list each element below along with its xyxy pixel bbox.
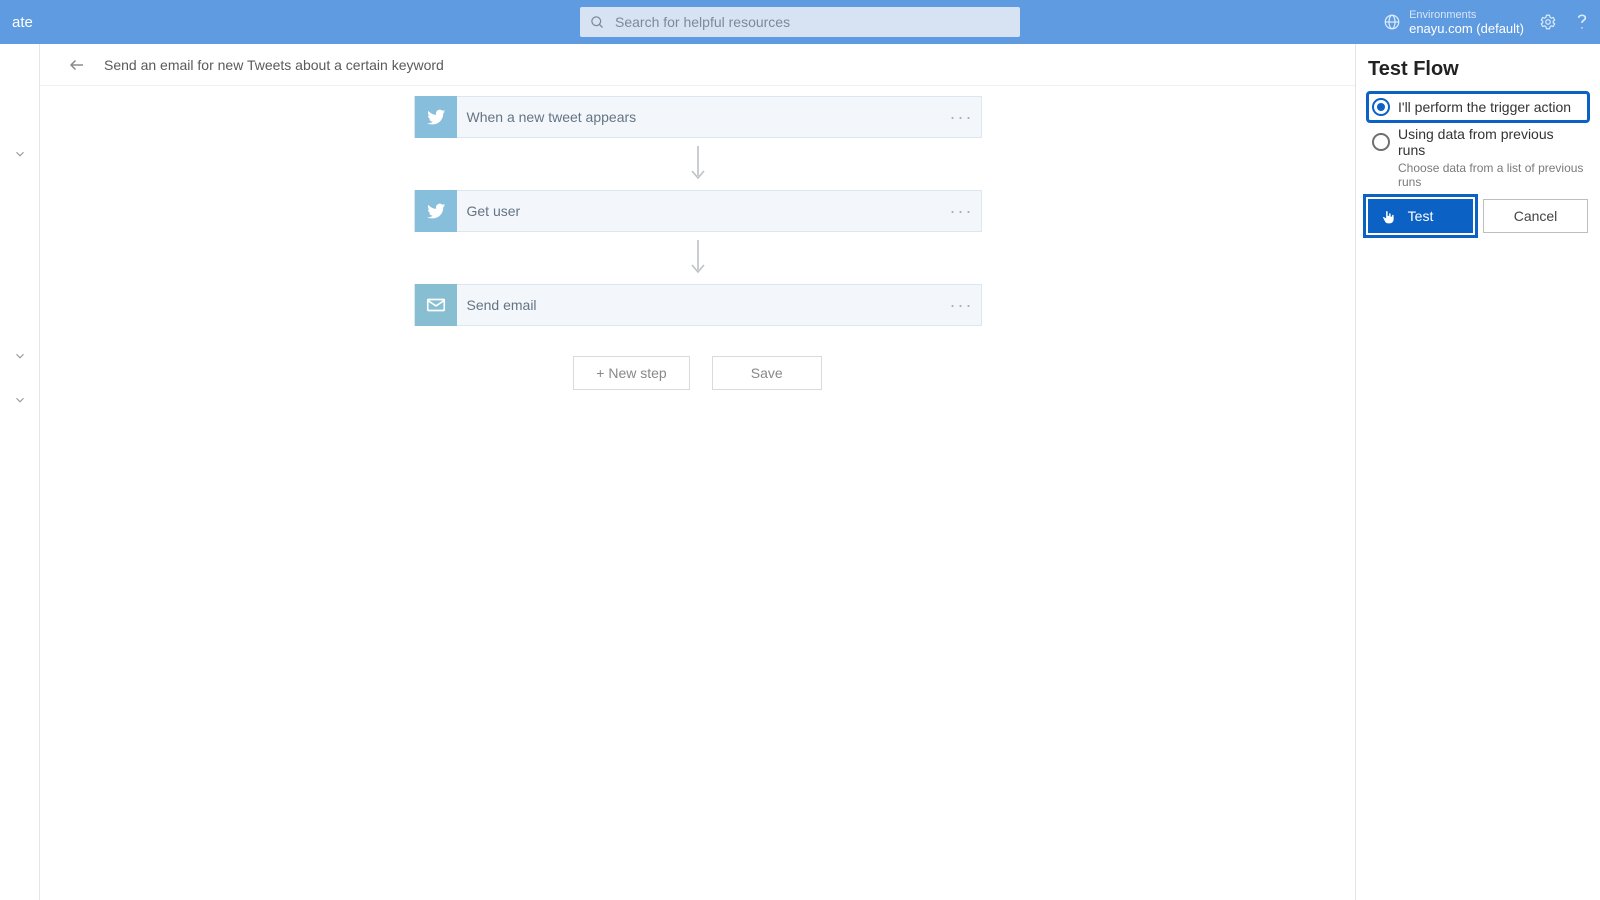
help-icon [1577, 13, 1587, 31]
arrow-left-icon [68, 56, 86, 74]
cursor-hand-icon [1379, 206, 1397, 228]
nav-section-title: ate [8, 14, 33, 31]
search-icon [590, 15, 605, 30]
search-input[interactable] [615, 14, 1010, 30]
chevron-down-icon [13, 393, 27, 407]
back-button[interactable] [64, 52, 90, 78]
mail-icon [415, 284, 457, 326]
twitter-icon [415, 190, 457, 232]
left-nav-collapsed [0, 44, 40, 900]
flow-step-trigger[interactable]: When a new tweet appears ··· [414, 96, 982, 138]
radio-previous-runs[interactable]: Using data from previous runs [1368, 121, 1588, 163]
gear-icon [1539, 13, 1557, 31]
nav-item-3[interactable] [0, 380, 39, 420]
environment-name: enayu.com (default) [1409, 22, 1524, 36]
panel-title: Test Flow [1368, 58, 1588, 81]
nav-item-2[interactable] [0, 336, 39, 376]
environment-picker[interactable]: Environments enayu.com (default) [1383, 8, 1524, 36]
step-title: Send email [467, 297, 943, 313]
step-title: Get user [467, 203, 943, 219]
help-button[interactable] [1572, 12, 1592, 32]
flow-name: Send an email for new Tweets about a cer… [104, 57, 444, 73]
step-menu-button[interactable]: ··· [943, 295, 981, 316]
arrow-down-icon [689, 144, 707, 184]
cancel-button[interactable]: Cancel [1483, 199, 1588, 233]
new-step-button[interactable]: + New step [573, 356, 689, 390]
flow-step-get-user[interactable]: Get user ··· [414, 190, 982, 232]
test-button[interactable]: Test [1368, 199, 1473, 233]
arrow-down-icon [689, 238, 707, 278]
step-menu-button[interactable]: ··· [943, 201, 981, 222]
step-menu-button[interactable]: ··· [943, 107, 981, 128]
top-bar: ate Environments enayu.com (default) [0, 0, 1600, 44]
page-header: Send an email for new Tweets about a cer… [40, 44, 1355, 86]
radio-perform-trigger[interactable]: I'll perform the trigger action [1368, 93, 1588, 121]
connector-arrow [689, 138, 707, 190]
flow-step-send-email[interactable]: Send email ··· [414, 284, 982, 326]
radio-label: I'll perform the trigger action [1398, 99, 1571, 115]
connector-arrow [689, 232, 707, 284]
twitter-icon [415, 96, 457, 138]
step-title: When a new tweet appears [467, 109, 943, 125]
test-button-label: Test [1408, 208, 1434, 224]
previous-runs-hint: Choose data from a list of previous runs [1368, 161, 1588, 189]
chevron-down-icon [13, 147, 27, 161]
flow-canvas: When a new tweet appears ··· Get user ··… [40, 86, 1355, 900]
settings-button[interactable] [1538, 12, 1558, 32]
radio-icon [1372, 133, 1390, 151]
chevron-down-icon [13, 349, 27, 363]
nav-item-1[interactable] [0, 134, 39, 174]
save-button[interactable]: Save [712, 356, 822, 390]
environment-icon [1383, 13, 1401, 31]
test-flow-panel: Test Flow I'll perform the trigger actio… [1355, 44, 1600, 900]
environment-label: Environments [1409, 8, 1524, 22]
radio-label: Using data from previous runs [1398, 126, 1584, 158]
search-container[interactable] [580, 7, 1020, 37]
radio-icon [1372, 98, 1390, 116]
